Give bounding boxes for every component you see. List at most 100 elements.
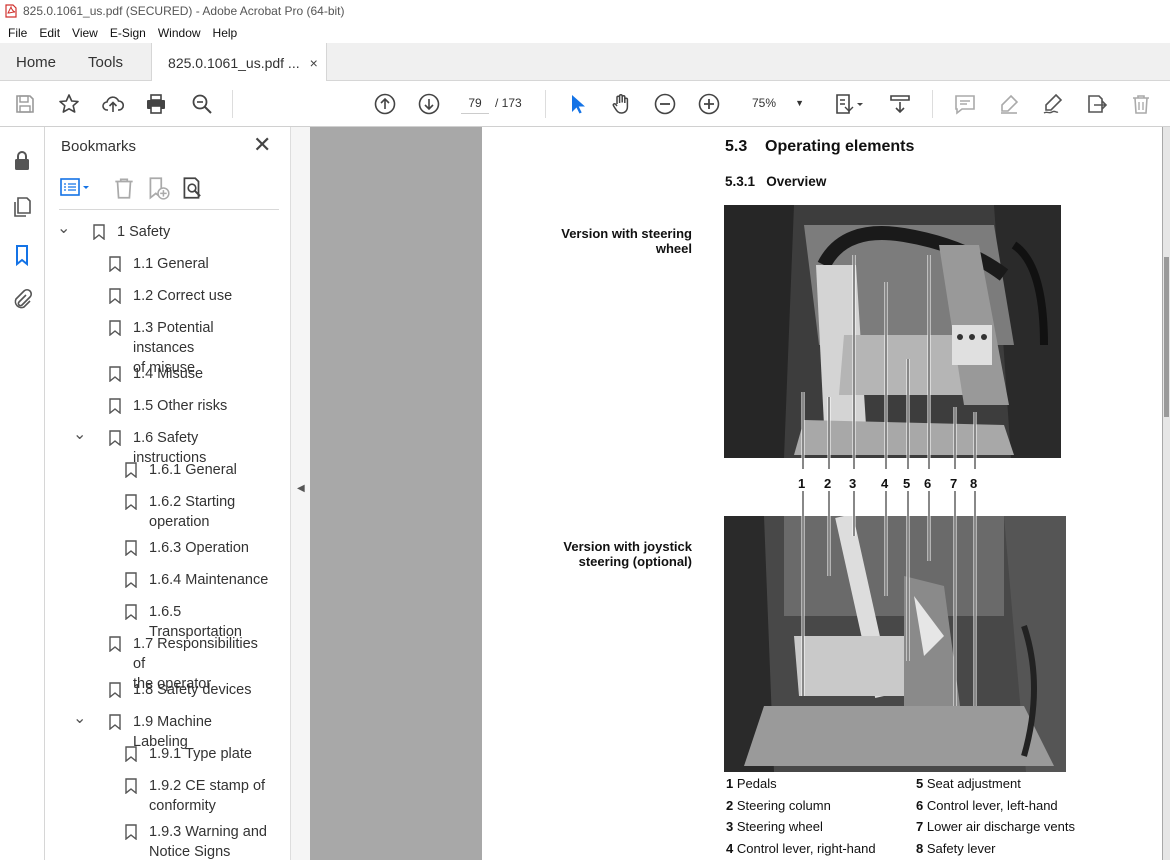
legend-text: Control lever, right-hand [736,840,876,856]
toolbar-separator [932,90,933,118]
bookmark-item[interactable]: 1.6.5 Transportation [45,602,269,640]
bookmark-item[interactable]: 1.4 Misuse [45,364,269,388]
delete-bookmark-icon[interactable] [111,175,137,201]
scroll-mode-icon[interactable] [887,91,913,117]
close-icon[interactable]: ✕ [253,134,271,156]
bookmark-flag-icon [125,824,137,841]
legend-item: 6 Control lever, left-hand [916,795,1075,817]
scrollbar-thumb[interactable] [1164,257,1169,417]
bookmark-label-line: 1.3 Potential instances [133,320,214,356]
menu-view[interactable]: View [66,26,104,40]
legend-item: 3 Steering wheel [726,816,876,838]
legend-text: Steering wheel [736,819,823,834]
tab-bar: Home Tools 825.0.1061_us.pdf ... × [0,43,1170,82]
sign-icon[interactable] [1040,91,1066,117]
legend-text: Steering column [736,797,831,813]
close-tab-icon[interactable]: × [310,55,318,71]
bookmark-flag-icon [109,682,121,699]
select-arrow-icon[interactable] [564,91,590,117]
bookmark-item[interactable]: 1.6.1 General [45,460,269,484]
bookmark-item[interactable]: ⌄ 1.9 Machine Labeling [45,711,269,751]
hand-icon[interactable] [608,91,634,117]
new-bookmark-icon[interactable] [145,175,171,201]
figure-number-7: 7 [950,476,958,491]
bookmark-item[interactable]: ⌄ 1 Safety [45,221,269,246]
chevron-down-icon[interactable]: ⌄ [73,427,86,448]
menu-esign[interactable]: E-Sign [104,26,152,40]
zoom-in-icon[interactable] [696,91,722,117]
legend-left-column: 1 Pedals 2 Steering column 3 Steering whee… [726,773,876,859]
tab-home[interactable]: Home [0,43,72,81]
bookmark-item[interactable]: 1.5 Other risks [45,396,269,420]
attachment-icon[interactable] [10,288,34,312]
save-icon[interactable] [12,91,38,117]
legend-number: 3 [726,819,734,834]
delete-icon[interactable] [1128,91,1154,117]
legend-number: 6 [916,797,924,813]
bookmark-item[interactable]: 1.1 General [45,254,269,278]
highlight-icon[interactable] [996,91,1022,117]
bookmark-flag-icon [109,714,121,731]
star-icon[interactable] [56,91,82,117]
bookmark-flag-icon [93,224,105,241]
bookmark-item[interactable]: 1.2 Correct use [45,286,269,310]
bookmark-label-line: 1.6.1 General [149,462,237,478]
bookmark-flag-icon [125,778,137,795]
chevron-down-icon[interactable]: ⌄ [57,221,70,242]
find-bookmark-icon[interactable] [179,175,205,201]
bookmark-label: 1.6.1 General [149,460,237,480]
chevron-down-icon[interactable]: ⌄ [73,711,86,732]
bookmark-label: 1.6.3 Operation [149,538,249,558]
caption-line: Version with joystick [563,539,692,554]
menu-file[interactable]: File [2,26,33,40]
bookmark-label-line: 1 Safety [117,224,171,240]
bookmark-item[interactable]: 1.6.3 Operation [45,538,269,562]
bookmark-icon[interactable] [10,243,34,267]
document-scrollbar[interactable] [1163,127,1170,860]
bookmark-item[interactable]: ⌄ 1.6 Safety instructions [45,427,269,467]
bookmark-item[interactable]: 1.6.2 Starting operation [45,492,269,538]
page-layout-icon[interactable] [832,91,866,117]
tab-tools[interactable]: Tools [72,43,139,81]
bookmark-item[interactable]: 1.9.1 Type plate [45,744,269,768]
legend-item: 4 Control lever, right-hand [726,838,876,860]
menu-edit[interactable]: Edit [33,26,66,40]
bookmark-item[interactable]: 1.3 Potential instances of misuse [45,318,269,376]
menu-window[interactable]: Window [152,26,207,40]
print-icon[interactable] [143,91,169,117]
bookmark-item[interactable]: 1.9.3 Warning and Notice Signs [45,822,269,860]
page-number-input[interactable]: 79 [461,92,489,114]
legend-number: 8 [916,840,924,856]
zoom-search-icon[interactable] [189,91,215,117]
tab-document[interactable]: 825.0.1061_us.pdf ... × [151,43,327,82]
page-down-icon[interactable] [416,91,442,117]
bookmark-item[interactable]: 1.7 Responsibilities of the operator [45,634,269,692]
bookmark-label: 1.9.3 Warning and Notice Signs [149,822,267,860]
bookmark-label: 1 Safety [117,222,170,242]
upload-icon[interactable] [100,91,126,117]
bookmark-label-line: 1.6.3 Operation [149,540,249,556]
bookmark-item[interactable]: 1.6.4 Maintenance [45,570,269,594]
comment-icon[interactable] [952,91,978,117]
panel-collapse-gutter[interactable]: ◀ [290,127,310,860]
bookmark-options-icon[interactable] [59,175,89,201]
bookmark-flag-icon [125,494,137,511]
share-icon[interactable] [1084,91,1110,117]
collapse-panel-icon[interactable]: ◀ [297,483,305,494]
bookmark-label-line: 1.9.3 Warning and [149,824,267,840]
window-title: 825.0.1061_us.pdf (SECURED) - Adobe Acro… [23,4,345,18]
bookmark-item[interactable]: 1.8 Safety devices [45,680,269,704]
page-thumbnails-icon[interactable] [10,195,34,219]
lock-icon[interactable] [10,149,34,173]
bookmark-flag-icon [109,430,121,447]
zoom-level-select[interactable]: 75% ▼ [740,92,808,114]
caption-line: wheel [655,241,692,256]
legend-right-column: 5 Seat adjustment 6 Control lever, left-h… [916,773,1075,859]
page-up-icon[interactable] [372,91,398,117]
zoom-out-icon[interactable] [652,91,678,117]
bookmark-item[interactable]: 1.9.2 CE stamp of conformity [45,776,269,822]
menu-help[interactable]: Help [207,26,244,40]
bookmark-label-line: 1.1 General [133,256,209,272]
acrobat-pdf-icon [5,4,17,18]
bookmarks-title: Bookmarks [61,138,137,155]
